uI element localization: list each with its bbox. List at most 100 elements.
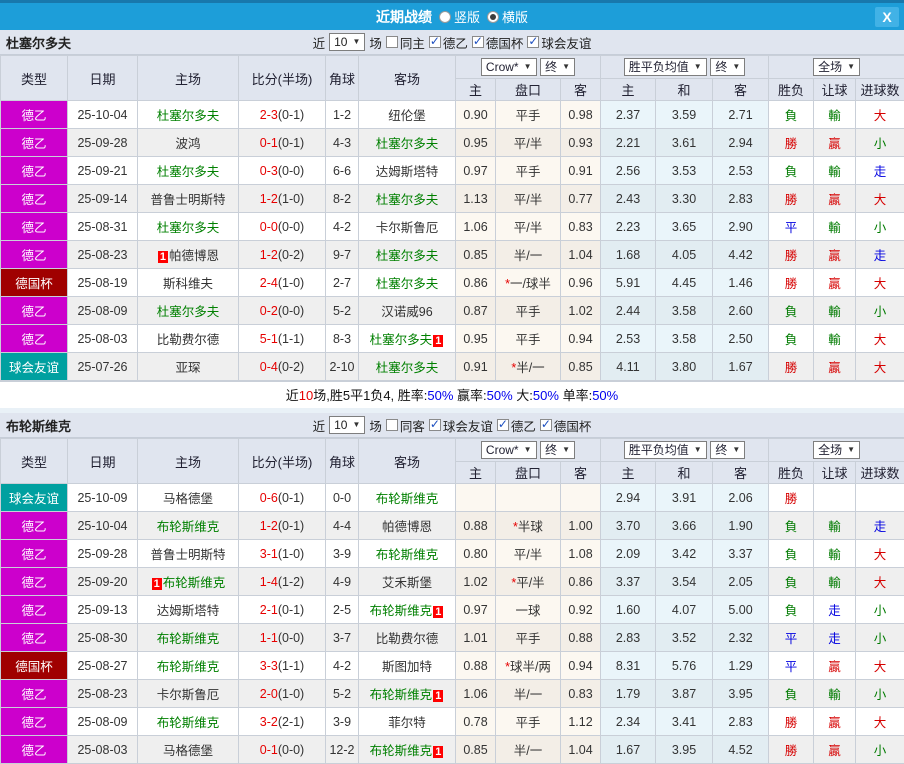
avg-win: 2.21: [601, 129, 656, 157]
radio-unchecked-icon[interactable]: [439, 11, 451, 23]
handicap: *半/一: [496, 353, 561, 381]
league-filter-label: 球会友谊: [443, 416, 493, 435]
corners: 0-0: [326, 484, 359, 512]
checkbox-icon[interactable]: [429, 419, 441, 431]
away-team: 布轮斯维克1: [359, 680, 456, 708]
match-date: 25-08-23: [68, 241, 138, 269]
odds-away: 0.96: [561, 269, 601, 297]
halftime-score: (0-1): [278, 491, 304, 505]
checkbox-icon[interactable]: [386, 419, 398, 431]
league-filter-checkbox[interactable]: 德国杯: [472, 33, 524, 52]
handicap: *一/球半: [496, 269, 561, 297]
avg-draw: 3.30: [656, 185, 713, 213]
avg-draw: 3.66: [656, 512, 713, 540]
odds-away: 0.94: [561, 652, 601, 680]
avg-win: 1.67: [601, 736, 656, 764]
avg-lose: 2.53: [713, 157, 769, 185]
summary-segment: 10: [299, 388, 313, 403]
odds-home: 0.91: [456, 353, 496, 381]
fulltime-score: 1-2: [260, 248, 278, 262]
avg-state-select[interactable]: 终▼: [710, 58, 745, 76]
avg-lose: 2.60: [713, 297, 769, 325]
league-filter-checkbox[interactable]: 德乙: [497, 416, 536, 435]
corners: 6-6: [326, 157, 359, 185]
match-score: 3-2(2-1): [239, 708, 326, 736]
layout-radio-vertical[interactable]: 竖版: [439, 7, 480, 26]
avg-lose: 4.42: [713, 241, 769, 269]
avg-draw: 3.61: [656, 129, 713, 157]
league-filter-checkbox[interactable]: 德乙: [429, 33, 468, 52]
home-team-name: 布轮斯维克: [157, 716, 220, 730]
radio-checked-icon[interactable]: [487, 11, 499, 23]
avg-draw: 3.80: [656, 353, 713, 381]
result-handicap: 輸: [814, 512, 856, 540]
halftime-score: (1-2): [278, 575, 304, 589]
odds-state-select[interactable]: 终▼: [540, 441, 575, 459]
scope-select[interactable]: 全场▼: [813, 58, 860, 76]
halftime-score: (0-0): [278, 220, 304, 234]
odds-home: 1.13: [456, 185, 496, 213]
avg-win: 3.37: [601, 568, 656, 596]
league-filter-checkbox[interactable]: 球会友谊: [429, 416, 493, 435]
odds-home: 1.06: [456, 680, 496, 708]
fulltime-score: 0-3: [260, 164, 278, 178]
halftime-score: (1-0): [278, 547, 304, 561]
odds-away: 1.00: [561, 512, 601, 540]
handicap-value: 半球: [518, 520, 543, 534]
team-section-dusseldorf: 杜塞尔多夫 近10▼场同主德乙德国杯球会友谊 类型 日期 主场 比分(半场) 角…: [0, 30, 904, 408]
matches-table: 类型 日期 主场 比分(半场) 角球 客场 Crow*▼ 终▼ 胜平负均值▼ 终…: [0, 438, 904, 764]
odds-away: 1.12: [561, 708, 601, 736]
odds-state-select[interactable]: 终▼: [540, 58, 575, 76]
odds-source-select[interactable]: Crow*▼: [481, 441, 537, 459]
corners: 5-2: [326, 680, 359, 708]
result-wdl: 勝: [769, 185, 814, 213]
same-venue-checkbox[interactable]: 同客: [386, 416, 425, 435]
odds-source-select[interactable]: Crow*▼: [481, 58, 537, 76]
layout-radio-horizontal[interactable]: 横版: [487, 7, 528, 26]
result-handicap: 輸: [814, 325, 856, 353]
handicap-value: 平/半: [516, 576, 544, 590]
close-icon[interactable]: X: [875, 7, 899, 27]
match-score: 0-4(0-2): [239, 353, 326, 381]
home-team-name: 马格德堡: [163, 744, 213, 758]
subcol-avg-draw: 和: [656, 79, 713, 101]
avg-draw: 4.07: [656, 596, 713, 624]
match-type-badge: 德乙: [1, 129, 68, 157]
same-venue-checkbox[interactable]: 同主: [386, 33, 425, 52]
home-team: 普鲁士明斯特: [138, 540, 239, 568]
checkbox-icon[interactable]: [386, 36, 398, 48]
checkbox-icon[interactable]: [472, 36, 484, 48]
checkbox-icon[interactable]: [429, 36, 441, 48]
scope-select[interactable]: 全场▼: [813, 441, 860, 459]
checkbox-icon[interactable]: [527, 36, 539, 48]
league-filter-checkbox[interactable]: 球会友谊: [527, 33, 591, 52]
avg-draw: 3.91: [656, 484, 713, 512]
avg-select[interactable]: 胜平负均值▼: [624, 58, 707, 76]
fulltime-score: 3-1: [260, 547, 278, 561]
result-wdl: 勝: [769, 269, 814, 297]
match-date: 25-08-09: [68, 297, 138, 325]
match-row: 德乙25-09-28普鲁士明斯特3-1(1-0)3-9布轮斯维克0.80平/半1…: [1, 540, 904, 568]
result-goals: 大: [856, 652, 904, 680]
league-filter-label: 德乙: [443, 33, 468, 52]
match-count-select[interactable]: 10▼: [329, 33, 365, 51]
odds-home: 0.90: [456, 101, 496, 129]
handicap-value: 平手: [515, 165, 540, 179]
col-header-corners: 角球: [326, 56, 359, 101]
checkbox-icon[interactable]: [540, 419, 552, 431]
avg-select[interactable]: 胜平负均值▼: [624, 441, 707, 459]
avg-lose: 2.71: [713, 101, 769, 129]
fulltime-score: 1-2: [260, 519, 278, 533]
checkbox-icon[interactable]: [497, 419, 509, 431]
avg-state-select[interactable]: 终▼: [710, 441, 745, 459]
match-type-badge: 德乙: [1, 624, 68, 652]
match-score: 0-1(0-0): [239, 736, 326, 764]
match-count-select[interactable]: 10▼: [329, 416, 365, 434]
handicap: *平/半: [496, 568, 561, 596]
match-score: 3-1(1-0): [239, 540, 326, 568]
away-team: 帕德博恩: [359, 512, 456, 540]
avg-draw: 3.58: [656, 297, 713, 325]
subcol-handicap: 盘口: [496, 462, 561, 484]
home-team-name: 杜塞尔多夫: [157, 109, 220, 123]
league-filter-checkbox[interactable]: 德国杯: [540, 416, 592, 435]
